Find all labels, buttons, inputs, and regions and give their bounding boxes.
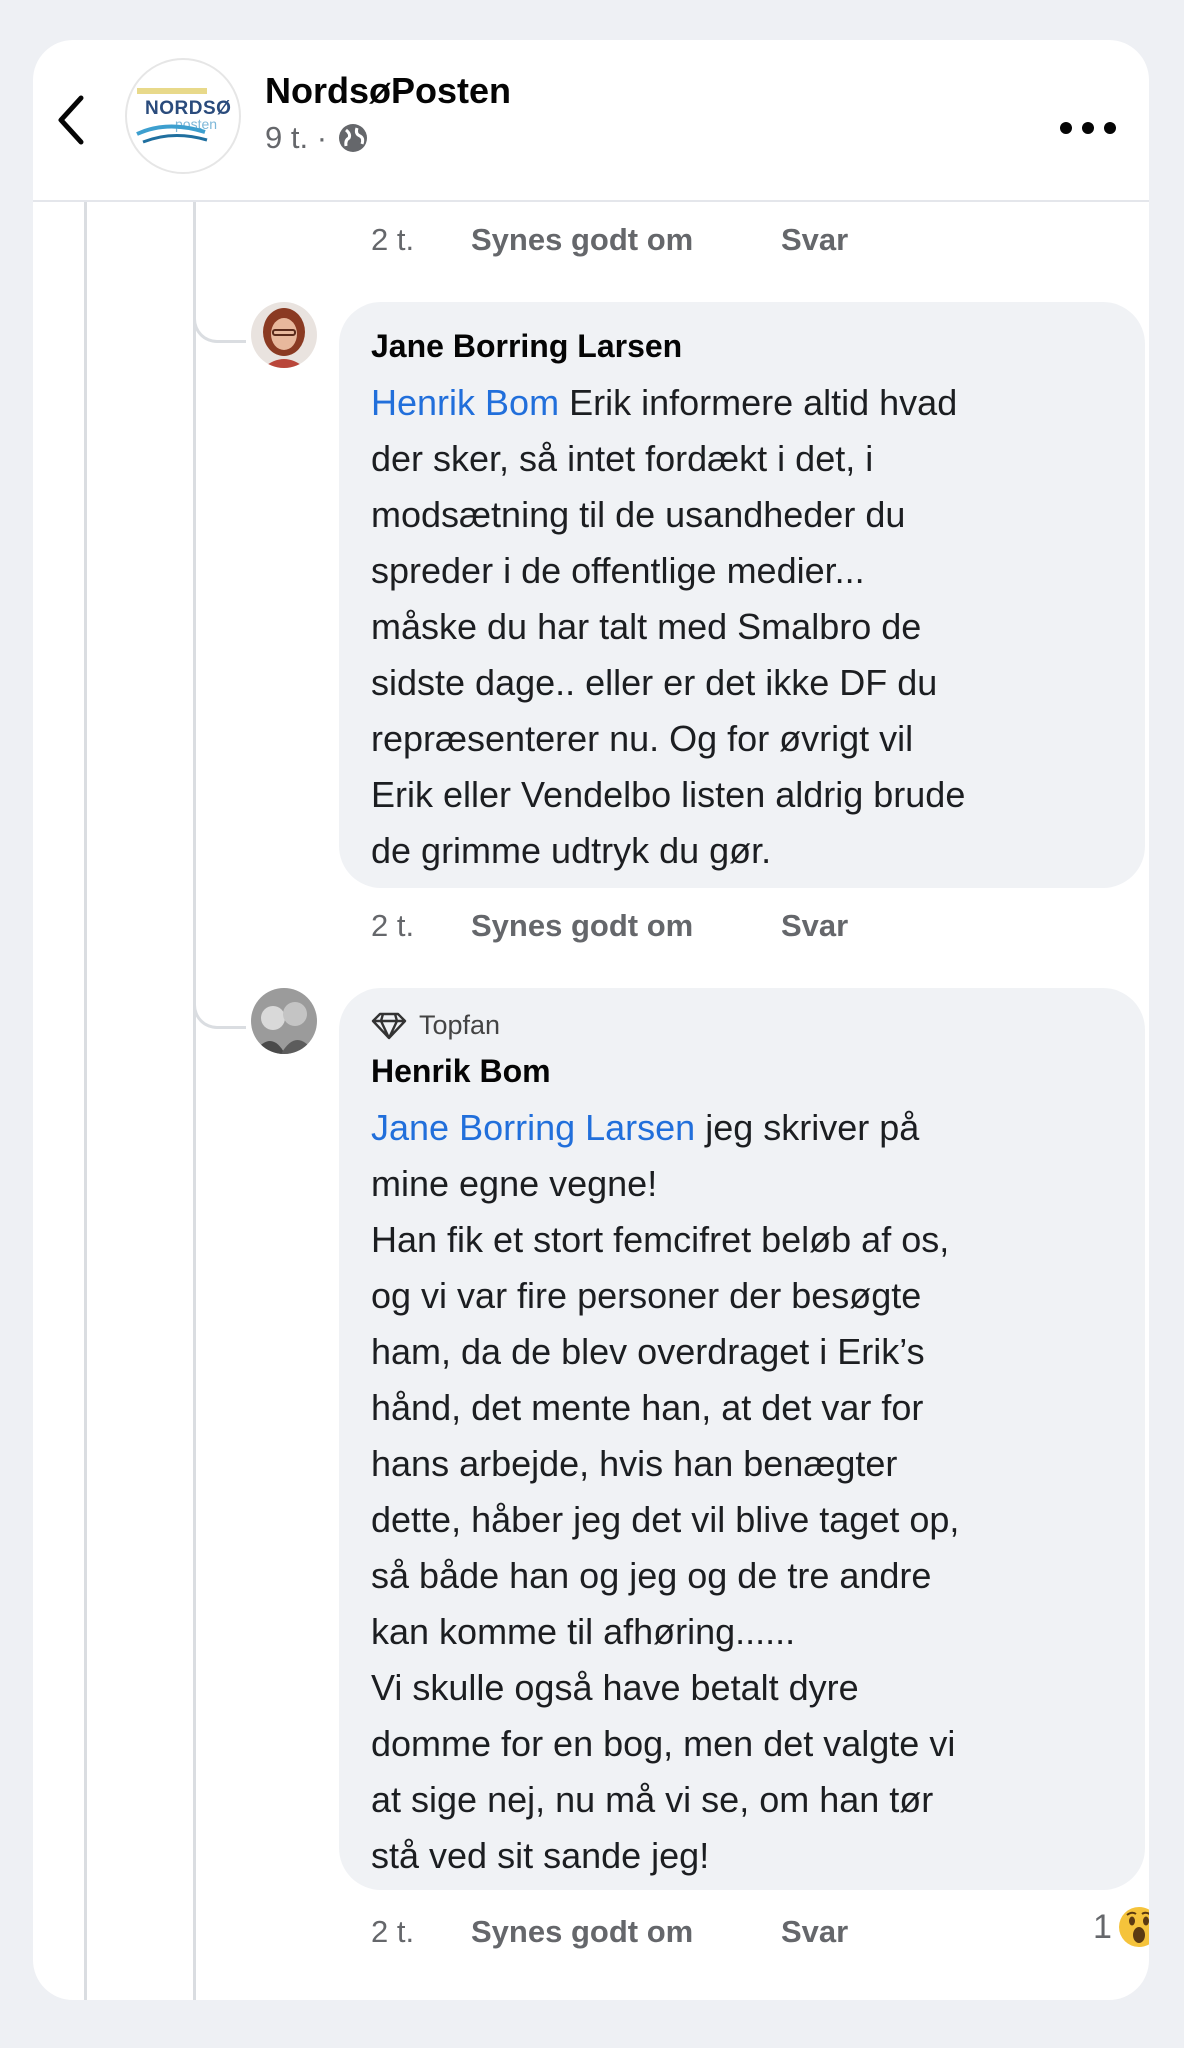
comment-body: jeg skriver på mine egne vegne! Han fik … bbox=[371, 1107, 960, 1876]
page-name[interactable]: NordsøPosten bbox=[265, 70, 511, 112]
thread-line-inner bbox=[193, 202, 196, 2000]
back-button[interactable] bbox=[41, 80, 101, 160]
post-card: NORDSØ posten NordsøPosten 9 t. · 2 t. S… bbox=[33, 40, 1149, 2000]
like-button[interactable]: Synes godt om bbox=[471, 222, 781, 258]
user-photo-icon bbox=[251, 302, 317, 368]
page-avatar[interactable]: NORDSØ posten bbox=[125, 58, 241, 174]
user-photo-icon bbox=[251, 988, 317, 1054]
like-button[interactable]: Synes godt om bbox=[471, 1914, 781, 1950]
reply-button[interactable]: Svar bbox=[781, 222, 848, 258]
mention-link[interactable]: Henrik Bom bbox=[371, 382, 559, 423]
thread-connector bbox=[193, 988, 246, 1029]
comment-text: Jane Borring Larsen jeg skriver på mine … bbox=[371, 1100, 1115, 1884]
more-button[interactable] bbox=[1053, 108, 1123, 148]
comment-actions: 2 t. Synes godt om Svar bbox=[371, 908, 848, 944]
comment-body: Erik informere altid hvad der sker, så i… bbox=[371, 382, 966, 871]
comment-time: 2 t. bbox=[371, 1914, 415, 1949]
post-header: NORDSØ posten NordsøPosten 9 t. · bbox=[33, 40, 1149, 202]
reaction-summary[interactable]: 1 bbox=[1093, 1906, 1149, 1948]
comment-actions: 2 t. Synes godt om Svar bbox=[371, 222, 848, 258]
avatar[interactable] bbox=[251, 302, 317, 368]
logo-wave-icon bbox=[136, 124, 208, 144]
topfan-badge: Topfan bbox=[371, 1010, 1115, 1041]
comment-time: 2 t. bbox=[371, 908, 415, 943]
avatar[interactable] bbox=[251, 988, 317, 1054]
reaction-count: 1 bbox=[1093, 1907, 1112, 1946]
badge-label: Topfan bbox=[419, 1010, 501, 1040]
comment-bubble: Topfan Henrik Bom Jane Borring Larsen je… bbox=[339, 988, 1145, 1890]
more-icon bbox=[1060, 122, 1116, 134]
comment-author[interactable]: Henrik Bom bbox=[371, 1053, 1115, 1090]
back-chevron-icon bbox=[58, 95, 84, 145]
mention-link[interactable]: Jane Borring Larsen bbox=[371, 1107, 695, 1148]
thread-connector bbox=[193, 302, 246, 343]
diamond-icon bbox=[371, 1012, 407, 1039]
like-button[interactable]: Synes godt om bbox=[471, 908, 781, 944]
reply-button[interactable]: Svar bbox=[781, 908, 848, 944]
comment-text: Henrik Bom Erik informere altid hvad der… bbox=[371, 375, 1115, 879]
reply-button[interactable]: Svar bbox=[781, 1914, 848, 1950]
wow-emoji-icon bbox=[1118, 1907, 1149, 1947]
comment-bubble: Jane Borring Larsen Henrik Bom Erik info… bbox=[339, 302, 1145, 888]
comment-actions: 2 t. Synes godt om Svar bbox=[371, 1914, 848, 1950]
globe-icon bbox=[339, 124, 368, 152]
comment-time: 2 t. bbox=[371, 222, 415, 257]
post-time: 9 t. · bbox=[265, 120, 328, 155]
post-meta: 9 t. · bbox=[265, 120, 369, 156]
comment-author[interactable]: Jane Borring Larsen bbox=[371, 328, 1115, 365]
thread-line-outer bbox=[84, 202, 87, 2000]
